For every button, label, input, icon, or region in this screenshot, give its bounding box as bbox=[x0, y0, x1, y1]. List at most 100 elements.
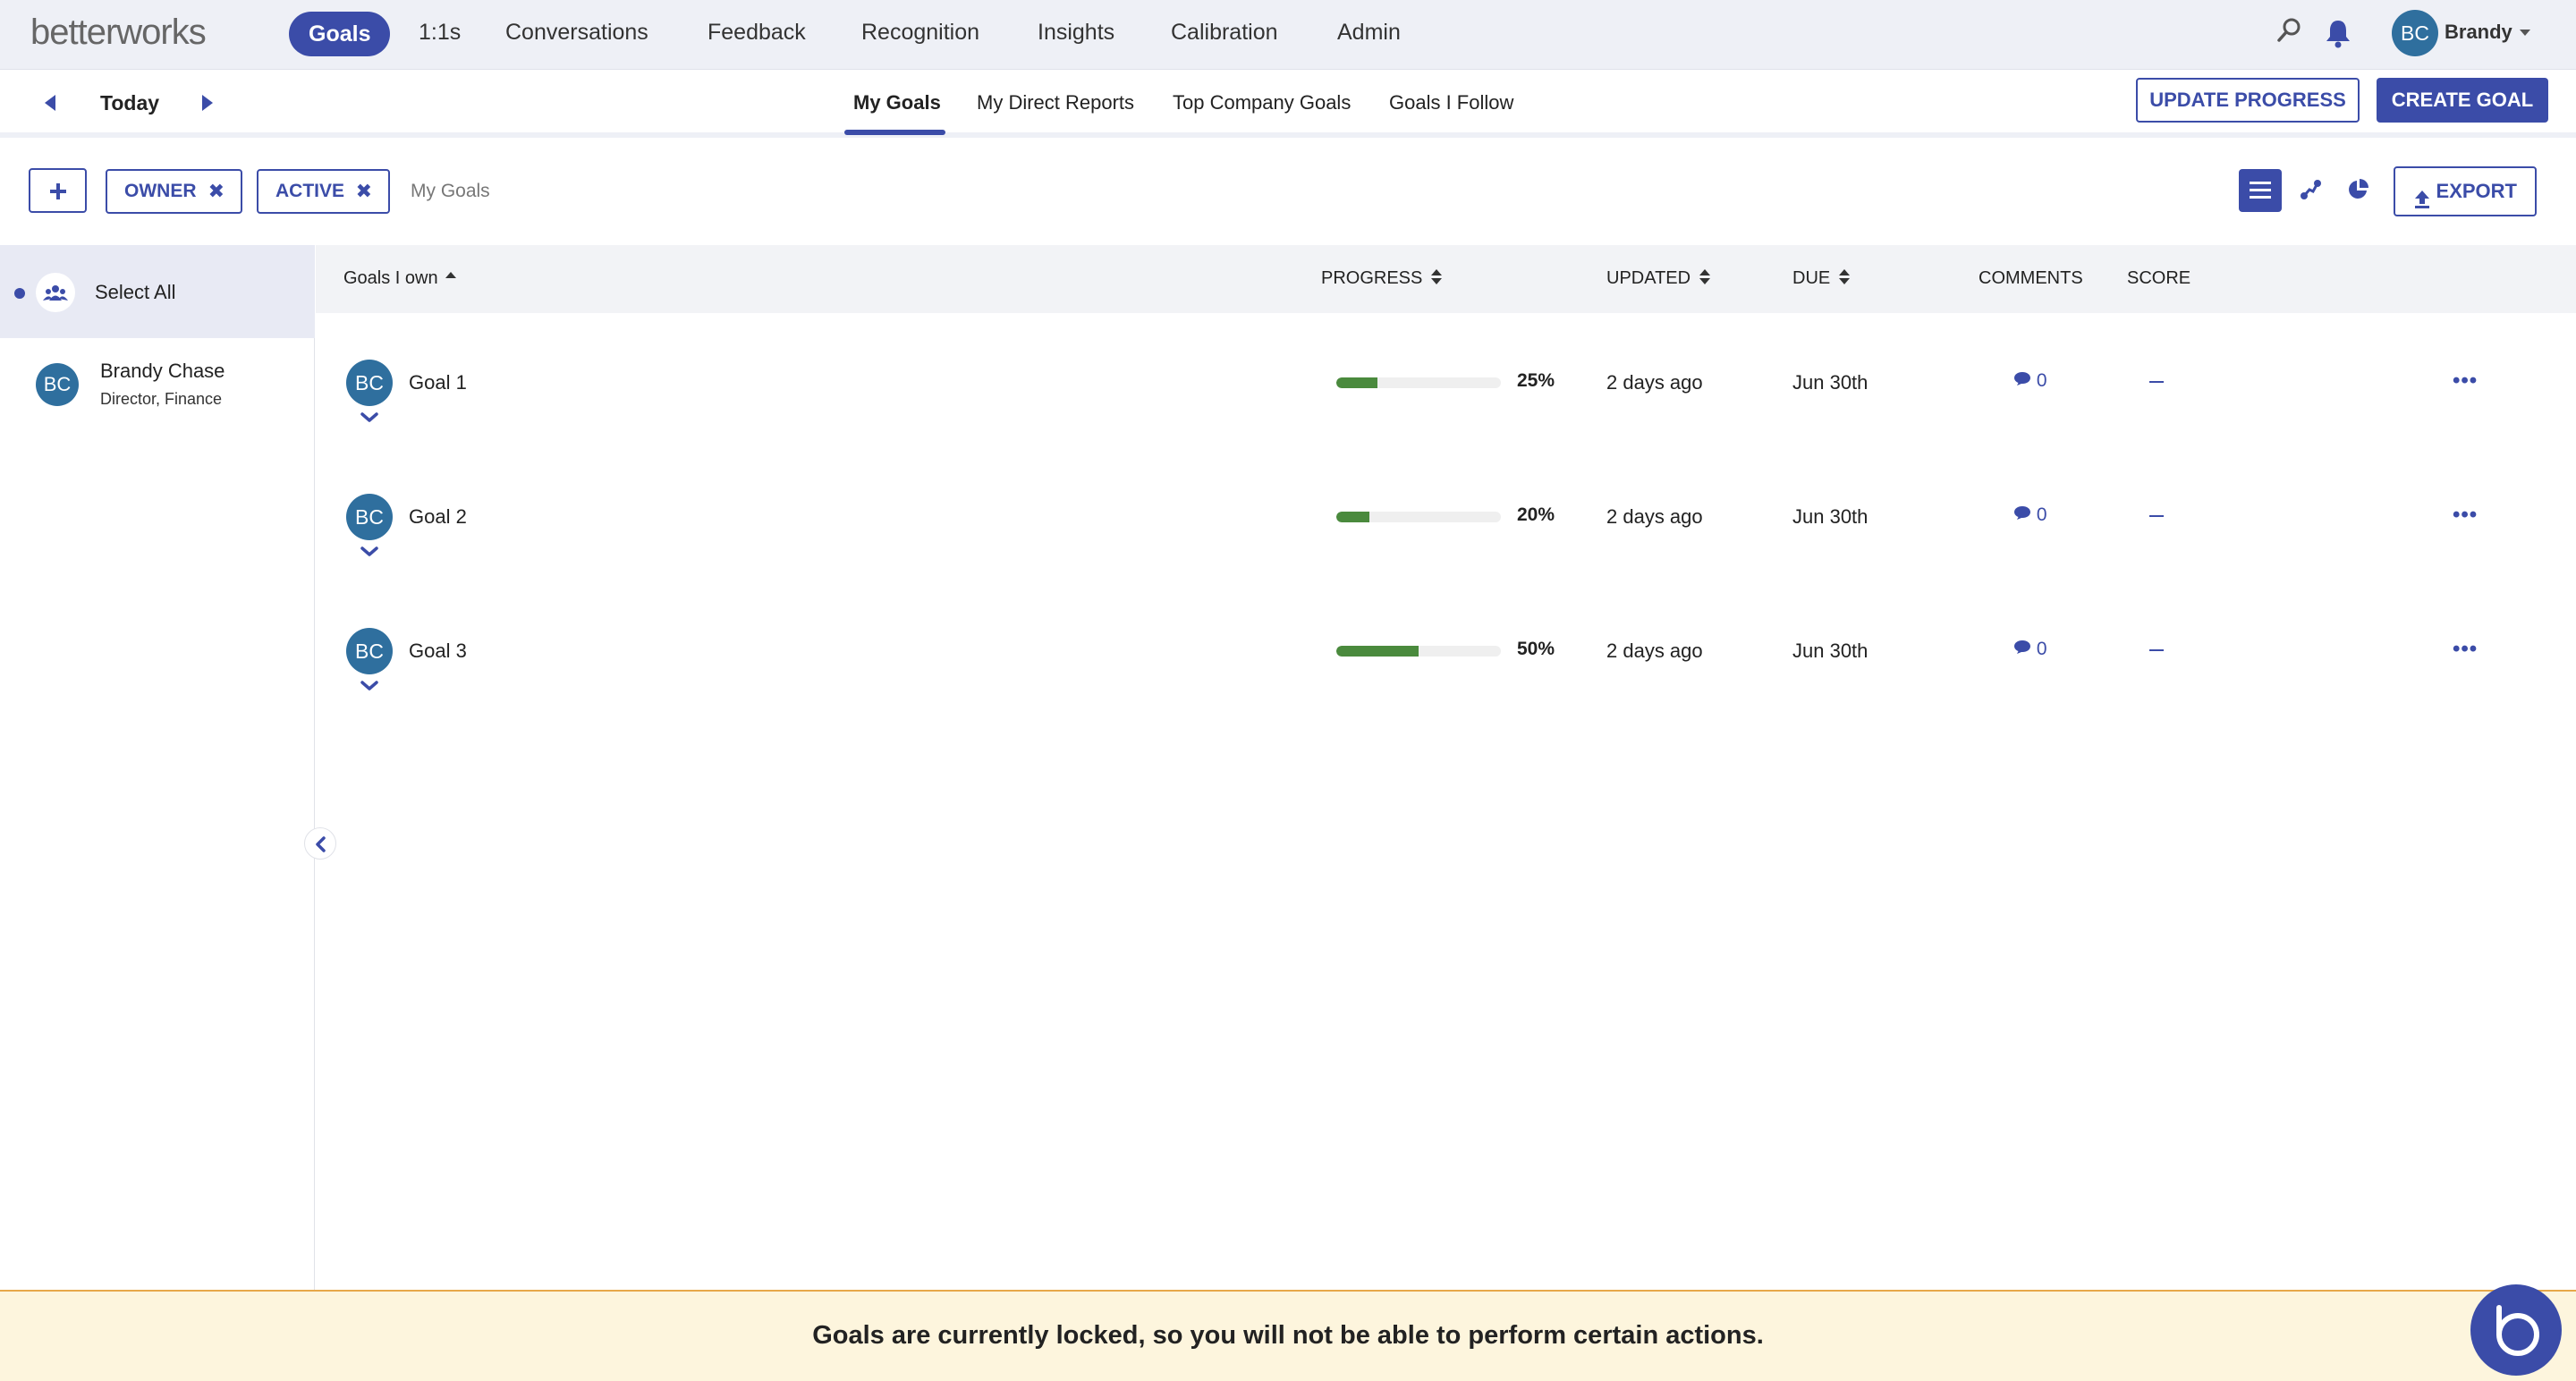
search-icon[interactable] bbox=[2275, 16, 2303, 49]
comment-count: 0 bbox=[2036, 639, 2047, 659]
comments-link[interactable]: 0 bbox=[2013, 504, 2047, 526]
nav-feedback[interactable]: Feedback bbox=[708, 20, 806, 46]
active-filter-chip[interactable]: ACTIVE ✖ bbox=[257, 169, 390, 214]
progress-fill bbox=[1336, 646, 1419, 657]
owner-filter-chip[interactable]: OWNER ✖ bbox=[106, 169, 242, 214]
export-label: EXPORT bbox=[2436, 180, 2517, 202]
nav-one-on-ones[interactable]: 1:1s bbox=[419, 20, 461, 46]
goal-name[interactable]: Goal 1 bbox=[409, 371, 467, 394]
app-logo[interactable]: betterworks bbox=[30, 13, 207, 53]
chevron-down-icon[interactable] bbox=[360, 680, 379, 697]
active-tab-indicator bbox=[844, 130, 945, 135]
tab-goals-i-follow[interactable]: Goals I Follow bbox=[1389, 91, 1513, 114]
close-icon[interactable]: ✖ bbox=[208, 171, 225, 212]
sort-icon bbox=[1839, 269, 1851, 285]
score-empty bbox=[2149, 649, 2164, 651]
comment-icon bbox=[2013, 504, 2031, 525]
comment-count: 0 bbox=[2036, 504, 2047, 525]
collapse-sidebar-button[interactable] bbox=[304, 827, 336, 860]
group-icon bbox=[36, 273, 75, 312]
header-score: SCORE bbox=[2127, 268, 2191, 288]
avatar: BC bbox=[346, 494, 393, 540]
export-button[interactable]: EXPORT bbox=[2394, 166, 2537, 216]
sort-icon bbox=[1699, 269, 1711, 285]
select-all-item[interactable]: Select All bbox=[0, 245, 315, 338]
tab-my-goals[interactable]: My Goals bbox=[853, 91, 941, 114]
header-updated[interactable]: UPDATED bbox=[1606, 268, 1711, 289]
user-avatar[interactable]: BC bbox=[2392, 10, 2438, 56]
next-period-icon[interactable] bbox=[202, 95, 213, 111]
pie-view-icon[interactable] bbox=[2345, 177, 2370, 207]
add-filter-button[interactable] bbox=[29, 168, 87, 213]
updated-value: 2 days ago bbox=[1606, 371, 1703, 394]
nav-conversations[interactable]: Conversations bbox=[505, 20, 648, 46]
nav-goals[interactable]: Goals bbox=[289, 12, 391, 56]
caret-down-icon[interactable] bbox=[2520, 30, 2530, 36]
due-date: Jun 30th bbox=[1792, 371, 1868, 394]
table-row[interactable]: BC Goal 2 20% 2 days ago Jun 30th 0 ••• bbox=[316, 494, 2576, 628]
person-title: Director, Finance bbox=[100, 390, 223, 408]
selected-indicator bbox=[14, 288, 25, 299]
progress-fill bbox=[1336, 512, 1369, 522]
goal-name[interactable]: Goal 2 bbox=[409, 505, 467, 529]
due-date: Jun 30th bbox=[1792, 640, 1868, 662]
more-icon[interactable]: ••• bbox=[2453, 637, 2478, 662]
bell-icon[interactable] bbox=[2324, 18, 2352, 53]
progress-fill bbox=[1336, 377, 1377, 388]
nav-recognition[interactable]: Recognition bbox=[861, 20, 979, 46]
progress-percent: 25% bbox=[1517, 370, 1555, 391]
sort-ascending-icon bbox=[445, 272, 456, 278]
select-all-label: Select All bbox=[95, 281, 176, 303]
top-navigation: betterworks Goals 1:1s Conversations Fee… bbox=[0, 0, 2576, 70]
upload-icon bbox=[2413, 181, 2431, 227]
previous-period-icon[interactable] bbox=[45, 95, 55, 111]
list-view-icon[interactable] bbox=[2239, 169, 2282, 212]
comment-icon bbox=[2013, 639, 2031, 659]
progress-percent: 50% bbox=[1517, 639, 1555, 659]
nav-admin[interactable]: Admin bbox=[1337, 20, 1401, 46]
goal-name[interactable]: Goal 3 bbox=[409, 640, 467, 663]
update-progress-button[interactable]: UPDATE PROGRESS bbox=[2136, 78, 2360, 123]
progress-percent: 20% bbox=[1517, 504, 1555, 525]
chevron-left-icon bbox=[316, 836, 326, 852]
chevron-down-icon[interactable] bbox=[360, 411, 379, 428]
table-row[interactable]: BC Goal 1 25% 2 days ago Jun 30th 0 ••• bbox=[316, 360, 2576, 494]
comments-link[interactable]: 0 bbox=[2013, 639, 2047, 660]
assistant-button[interactable] bbox=[2470, 1284, 2562, 1376]
header-progress[interactable]: PROGRESS bbox=[1321, 268, 1443, 289]
more-icon[interactable]: ••• bbox=[2453, 369, 2478, 394]
roadmap-view-icon[interactable] bbox=[2299, 177, 2324, 207]
goals-table-header: Goals I own PROGRESS UPDATED DUE COMMENT… bbox=[316, 245, 2576, 313]
sub-navigation: Today My Goals My Direct Reports Top Com… bbox=[0, 70, 2576, 138]
chevron-down-icon[interactable] bbox=[360, 546, 379, 563]
progress-bar bbox=[1336, 512, 1501, 522]
avatar: BC bbox=[36, 363, 79, 406]
header-due[interactable]: DUE bbox=[1792, 268, 1851, 289]
date-label: Today bbox=[100, 91, 160, 114]
score-empty bbox=[2149, 381, 2164, 383]
nav-insights[interactable]: Insights bbox=[1038, 20, 1114, 46]
nav-calibration[interactable]: Calibration bbox=[1171, 20, 1278, 46]
tab-my-direct-reports[interactable]: My Direct Reports bbox=[977, 91, 1134, 114]
progress-bar bbox=[1336, 646, 1501, 657]
people-sidebar: Select All BC Brandy Chase Director, Fin… bbox=[0, 245, 315, 1292]
comments-link[interactable]: 0 bbox=[2013, 370, 2047, 392]
updated-value: 2 days ago bbox=[1606, 640, 1703, 662]
more-icon[interactable]: ••• bbox=[2453, 503, 2478, 528]
table-row[interactable]: BC Goal 3 50% 2 days ago Jun 30th 0 ••• bbox=[316, 628, 2576, 762]
user-name[interactable]: Brandy bbox=[2445, 21, 2512, 44]
create-goal-button[interactable]: CREATE GOAL bbox=[2377, 78, 2548, 123]
owner-filter-label: OWNER bbox=[124, 181, 197, 201]
progress-bar bbox=[1336, 377, 1501, 388]
assistant-logo-icon bbox=[2496, 1305, 2539, 1356]
tab-top-company-goals[interactable]: Top Company Goals bbox=[1173, 91, 1351, 114]
comment-icon bbox=[2013, 370, 2031, 391]
updated-value: 2 days ago bbox=[1606, 505, 1703, 528]
filter-summary: My Goals bbox=[411, 181, 490, 201]
comment-count: 0 bbox=[2036, 370, 2047, 391]
header-goals[interactable]: Goals I own bbox=[343, 268, 456, 289]
avatar: BC bbox=[346, 628, 393, 674]
due-date: Jun 30th bbox=[1792, 505, 1868, 528]
close-icon[interactable]: ✖ bbox=[356, 171, 372, 212]
score-empty bbox=[2149, 515, 2164, 517]
